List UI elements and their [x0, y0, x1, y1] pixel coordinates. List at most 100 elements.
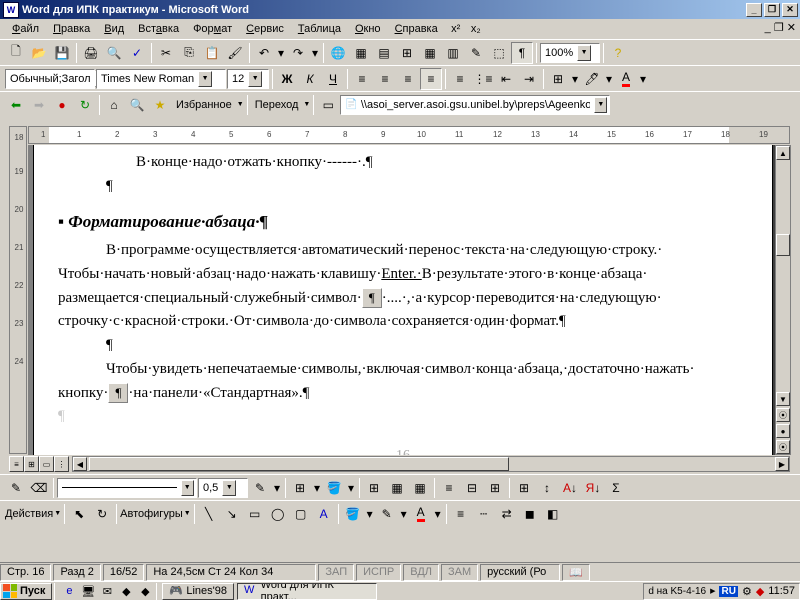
heading[interactable]: ▪ Форматирование·абзаца·¶ [58, 210, 748, 235]
zoom-combo[interactable]: 100%▼ [540, 43, 600, 63]
align-top-button[interactable]: ≡ [438, 477, 460, 499]
open-button[interactable]: 📂 [28, 42, 50, 64]
redo-dropdown[interactable]: ▾ [310, 42, 320, 64]
fill-color-button[interactable]: 🪣 [323, 477, 345, 499]
pilcrow-line[interactable]: ¶ [58, 176, 748, 198]
status-trk[interactable]: ИСПР [356, 564, 401, 581]
status-rec[interactable]: ЗАП [318, 564, 354, 581]
oval-button[interactable]: ◯ [267, 503, 289, 525]
text-line[interactable]: строчку·с·красной·строки.·От·символа·до·… [58, 311, 748, 333]
tables-button[interactable]: ▤ [373, 42, 395, 64]
forward-button[interactable]: ➡ [28, 94, 50, 116]
status-spellcheck-icon[interactable]: 📖 [562, 564, 590, 581]
text-line[interactable]: Чтобы·начать·новый·абзац·надо·нажать·кла… [58, 264, 748, 286]
menu-edit[interactable]: Правка [46, 21, 97, 37]
text-line[interactable]: В·конце·надо·отжать·кнопку·------·.¶ [88, 152, 748, 174]
rectangle-button[interactable]: ▭ [244, 503, 266, 525]
columns-button[interactable]: ▥ [442, 42, 464, 64]
textbox-button[interactable]: ▢ [290, 503, 312, 525]
align-left-button[interactable]: ≡ [351, 68, 373, 90]
menu-table[interactable]: Таблица [291, 21, 348, 37]
menu-insert[interactable]: Вставка [131, 21, 186, 37]
home-button[interactable]: ⌂ [103, 94, 125, 116]
style-combo[interactable]: Обычный;Загол▼ [5, 69, 95, 89]
sort-asc-button[interactable]: А↓ [559, 477, 581, 499]
preview-button[interactable]: 🔍 [103, 42, 125, 64]
fillcolor2-dropdown[interactable]: ▾ [365, 503, 375, 525]
status-language[interactable]: русский (Ро [480, 564, 560, 581]
page-content[interactable]: В·конце·надо·отжать·кнопку·------·.¶ ¶ ▪… [34, 145, 772, 455]
horizontal-scrollbar[interactable]: ◀ ▶ [72, 456, 790, 472]
help-button[interactable]: ? [607, 42, 629, 64]
scroll-thumb-h[interactable] [89, 457, 509, 471]
merge-cells-button[interactable]: ▦ [386, 477, 408, 499]
fill-color-dropdown[interactable]: ▾ [346, 477, 356, 499]
new-button[interactable]: 🗋 [5, 42, 27, 64]
menu-view[interactable]: Вид [97, 21, 131, 37]
menu-window[interactable]: Окно [348, 21, 388, 37]
browse-object-button[interactable]: ● [776, 424, 790, 438]
menu-format[interactable]: Формат [186, 21, 239, 37]
outline-view-button[interactable]: ⋮ [54, 456, 69, 472]
dashstyle-button[interactable]: ┄ [473, 503, 495, 525]
print-button[interactable]: 🖨 [80, 42, 102, 64]
text-line[interactable]: Чтобы·увидеть·непечатаемые·символы,·вклю… [58, 359, 748, 381]
insert-table-button[interactable]: ⊞ [396, 42, 418, 64]
doc-restore-button[interactable]: ❐ [774, 22, 784, 34]
autosum-button[interactable]: Σ [605, 477, 627, 499]
start-button[interactable]: Пуск [0, 583, 52, 600]
underline-button[interactable]: Ч [322, 68, 344, 90]
align-center-button[interactable]: ≡ [374, 68, 396, 90]
pilcrow-gray[interactable]: ¶ [58, 406, 748, 428]
status-ext[interactable]: ВДЛ [403, 564, 439, 581]
horizontal-ruler[interactable]: 1 1 2 3 4 5 6 7 8 9 10 11 12 13 14 15 16… [28, 126, 790, 144]
vertical-scrollbar[interactable]: ▲ ▼ ⦿ ● ⦿ [775, 145, 791, 455]
search-web-button[interactable]: 🔍 [126, 94, 148, 116]
line-button[interactable]: ╲ [198, 503, 220, 525]
tray-clock[interactable]: 11:57 [768, 585, 795, 597]
superscript-button[interactable]: x² [447, 20, 465, 38]
text-line[interactable]: кнопку·¶·на·панели·«Стандартная».¶ [58, 383, 748, 405]
align-right-button[interactable]: ≡ [397, 68, 419, 90]
stop-button[interactable]: ● [51, 94, 73, 116]
border-color-button[interactable]: ✎ [249, 477, 271, 499]
ql-outlook-icon[interactable]: ✉ [98, 583, 116, 600]
doc-minimize-button[interactable]: _ [765, 22, 771, 34]
undo-button[interactable]: ↶ [253, 42, 275, 64]
tray-keyboard-layout[interactable]: RU [719, 586, 737, 597]
go-label[interactable]: Переход [251, 99, 303, 111]
borders-dropdown[interactable]: ▾ [570, 68, 580, 90]
ql-app2-icon[interactable]: ◆ [136, 583, 154, 600]
linestyle-button[interactable]: ≡ [450, 503, 472, 525]
ql-desktop-icon[interactable]: 🖥 [79, 583, 97, 600]
normal-view-button[interactable]: ≡ [9, 456, 24, 472]
text-line[interactable]: размещается·специальный·служебный·символ… [58, 288, 748, 310]
docmap-button[interactable]: ⬚ [488, 42, 510, 64]
fontcolor2-dropdown[interactable]: ▾ [433, 503, 443, 525]
weblayout-view-button[interactable]: ⊞ [24, 456, 39, 472]
scroll-right-button[interactable]: ▶ [775, 457, 789, 471]
back-button[interactable]: ⬅ [5, 94, 27, 116]
align-justify-button[interactable]: ≡ [420, 68, 442, 90]
linecolor-button[interactable]: ✎ [376, 503, 398, 525]
arrow-button[interactable]: ↘ [221, 503, 243, 525]
vertical-ruler[interactable]: 18 19 20 21 22 23 24 [9, 126, 27, 454]
text-line[interactable]: В·программе·осуществляется·автоматически… [58, 240, 748, 262]
status-ovr[interactable]: ЗАМ [441, 564, 478, 581]
sort-desc-button[interactable]: Я↓ [582, 477, 604, 499]
address-combo[interactable]: 📄 \\asoi_server.asoi.gsu.unibel.by\preps… [340, 95, 610, 115]
size-combo[interactable]: 12▼ [227, 69, 269, 89]
numbering-button[interactable]: ≡ [449, 68, 471, 90]
line-weight-combo[interactable]: 0,5▼ [198, 478, 248, 498]
pilcrow-line[interactable]: ¶ [58, 335, 748, 357]
refresh-button[interactable]: ↻ [74, 94, 96, 116]
outside-border-dropdown[interactable]: ▾ [312, 477, 322, 499]
rotate-button[interactable]: ↻ [91, 503, 113, 525]
highlight-button[interactable]: 🖊 [581, 68, 603, 90]
show-pilcrow-button[interactable]: ¶ [511, 42, 533, 64]
text-direction-button[interactable]: ↕ [536, 477, 558, 499]
scroll-thumb[interactable] [776, 234, 790, 256]
font-combo[interactable]: Times New Roman▼ [96, 69, 226, 89]
border-color-dropdown[interactable]: ▾ [272, 477, 282, 499]
favorites-icon[interactable]: ★ [149, 94, 171, 116]
